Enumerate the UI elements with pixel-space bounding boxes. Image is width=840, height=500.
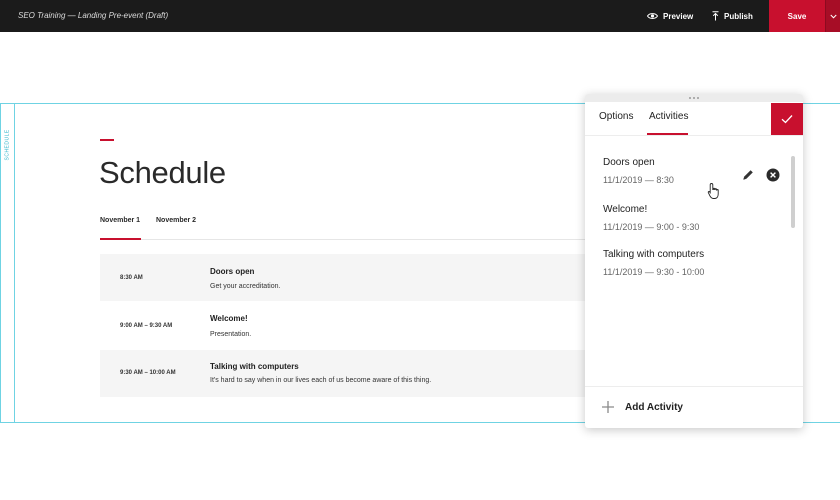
panel-footer-divider (585, 386, 803, 387)
panel-tabs-divider (585, 135, 803, 136)
add-activity-label: Add Activity (625, 401, 683, 413)
activities-scrollbar[interactable] (791, 156, 795, 228)
activity-name: Welcome! (603, 204, 648, 215)
activities-panel: Options Activities Doors open 11/1/2019 … (585, 94, 803, 428)
activity-date: 11/1/2019 (603, 267, 643, 277)
agenda-description: It's hard to say when in our lives each … (210, 377, 432, 384)
activity-datetime: 11/1/2019 — 9:30 - 10:00 (603, 267, 705, 277)
pencil-icon[interactable] (741, 168, 755, 182)
document-title: SEO Training — Landing Pre-event (Draft) (18, 11, 169, 20)
agenda-row[interactable]: 8:30 AM Doors open Get your accreditatio… (100, 254, 590, 301)
handle-dot (693, 97, 695, 99)
tab-options[interactable]: Options (599, 111, 633, 122)
activity-datetime: 11/1/2019 — 9:00 - 9:30 (603, 222, 700, 232)
save-button[interactable]: Save (769, 0, 825, 32)
agenda-time: 9:30 AM – 10:00 AM (120, 370, 176, 376)
chevron-down-icon (829, 14, 837, 18)
agenda-title: Welcome! (210, 314, 248, 323)
agenda-time: 8:30 AM (120, 275, 143, 281)
hand-pointer-icon (707, 183, 719, 199)
tab-activities[interactable]: Activities (649, 111, 688, 122)
activity-name: Doors open (603, 157, 655, 168)
preview-button[interactable]: Preview (647, 10, 693, 22)
activity-date: 11/1/2019 (603, 222, 643, 232)
title-accent-line (100, 139, 114, 141)
activity-name: Talking with computers (603, 249, 705, 260)
save-options-button[interactable] (825, 0, 840, 32)
day-tabs-divider (100, 239, 590, 240)
plus-icon (602, 401, 614, 413)
handle-dot (697, 97, 699, 99)
activity-item[interactable]: Doors open 11/1/2019 — 8:30 (585, 157, 785, 195)
publish-label: Publish (724, 11, 753, 21)
agenda-title: Talking with computers (210, 362, 299, 371)
agenda-description: Get your accreditation. (210, 283, 281, 290)
activity-time: 8:30 (656, 175, 674, 185)
agenda-row[interactable]: 9:00 AM – 9:30 AM Welcome! Presentation. (100, 302, 590, 349)
activity-date: 11/1/2019 (603, 175, 643, 185)
confirm-button[interactable] (771, 103, 803, 135)
upload-arrow-icon (712, 11, 719, 21)
checkmark-icon (781, 115, 793, 124)
eye-icon (647, 13, 658, 19)
activity-datetime: 11/1/2019 — 8:30 (603, 175, 674, 185)
agenda-time: 9:00 AM – 9:30 AM (120, 323, 173, 329)
activity-time: 9:30 - 10:00 (656, 267, 705, 277)
close-circle-icon[interactable] (766, 168, 780, 182)
active-tab-indicator (100, 238, 141, 240)
panel-drag-handle[interactable] (585, 94, 803, 102)
preview-label: Preview (663, 11, 694, 21)
activity-item[interactable]: Talking with computers 11/1/2019 — 9:30 … (585, 249, 785, 287)
agenda-description: Presentation. (210, 331, 252, 338)
tab-november-2[interactable]: November 2 (156, 217, 196, 224)
page-title: Schedule (99, 155, 226, 190)
agenda-title: Doors open (210, 267, 255, 276)
handle-dot (689, 97, 691, 99)
activity-item[interactable]: Welcome! 11/1/2019 — 9:00 - 9:30 (585, 204, 785, 242)
section-label: SCHEDULE (4, 129, 11, 161)
tab-november-1[interactable]: November 1 (100, 217, 140, 224)
agenda-row[interactable]: 9:30 AM – 10:00 AM Talking with computer… (100, 350, 590, 397)
add-activity-button[interactable]: Add Activity (601, 400, 683, 414)
activity-time: 9:00 - 9:30 (656, 222, 700, 232)
top-bar: SEO Training — Landing Pre-event (Draft)… (0, 0, 840, 32)
publish-button[interactable]: Publish (712, 10, 753, 22)
